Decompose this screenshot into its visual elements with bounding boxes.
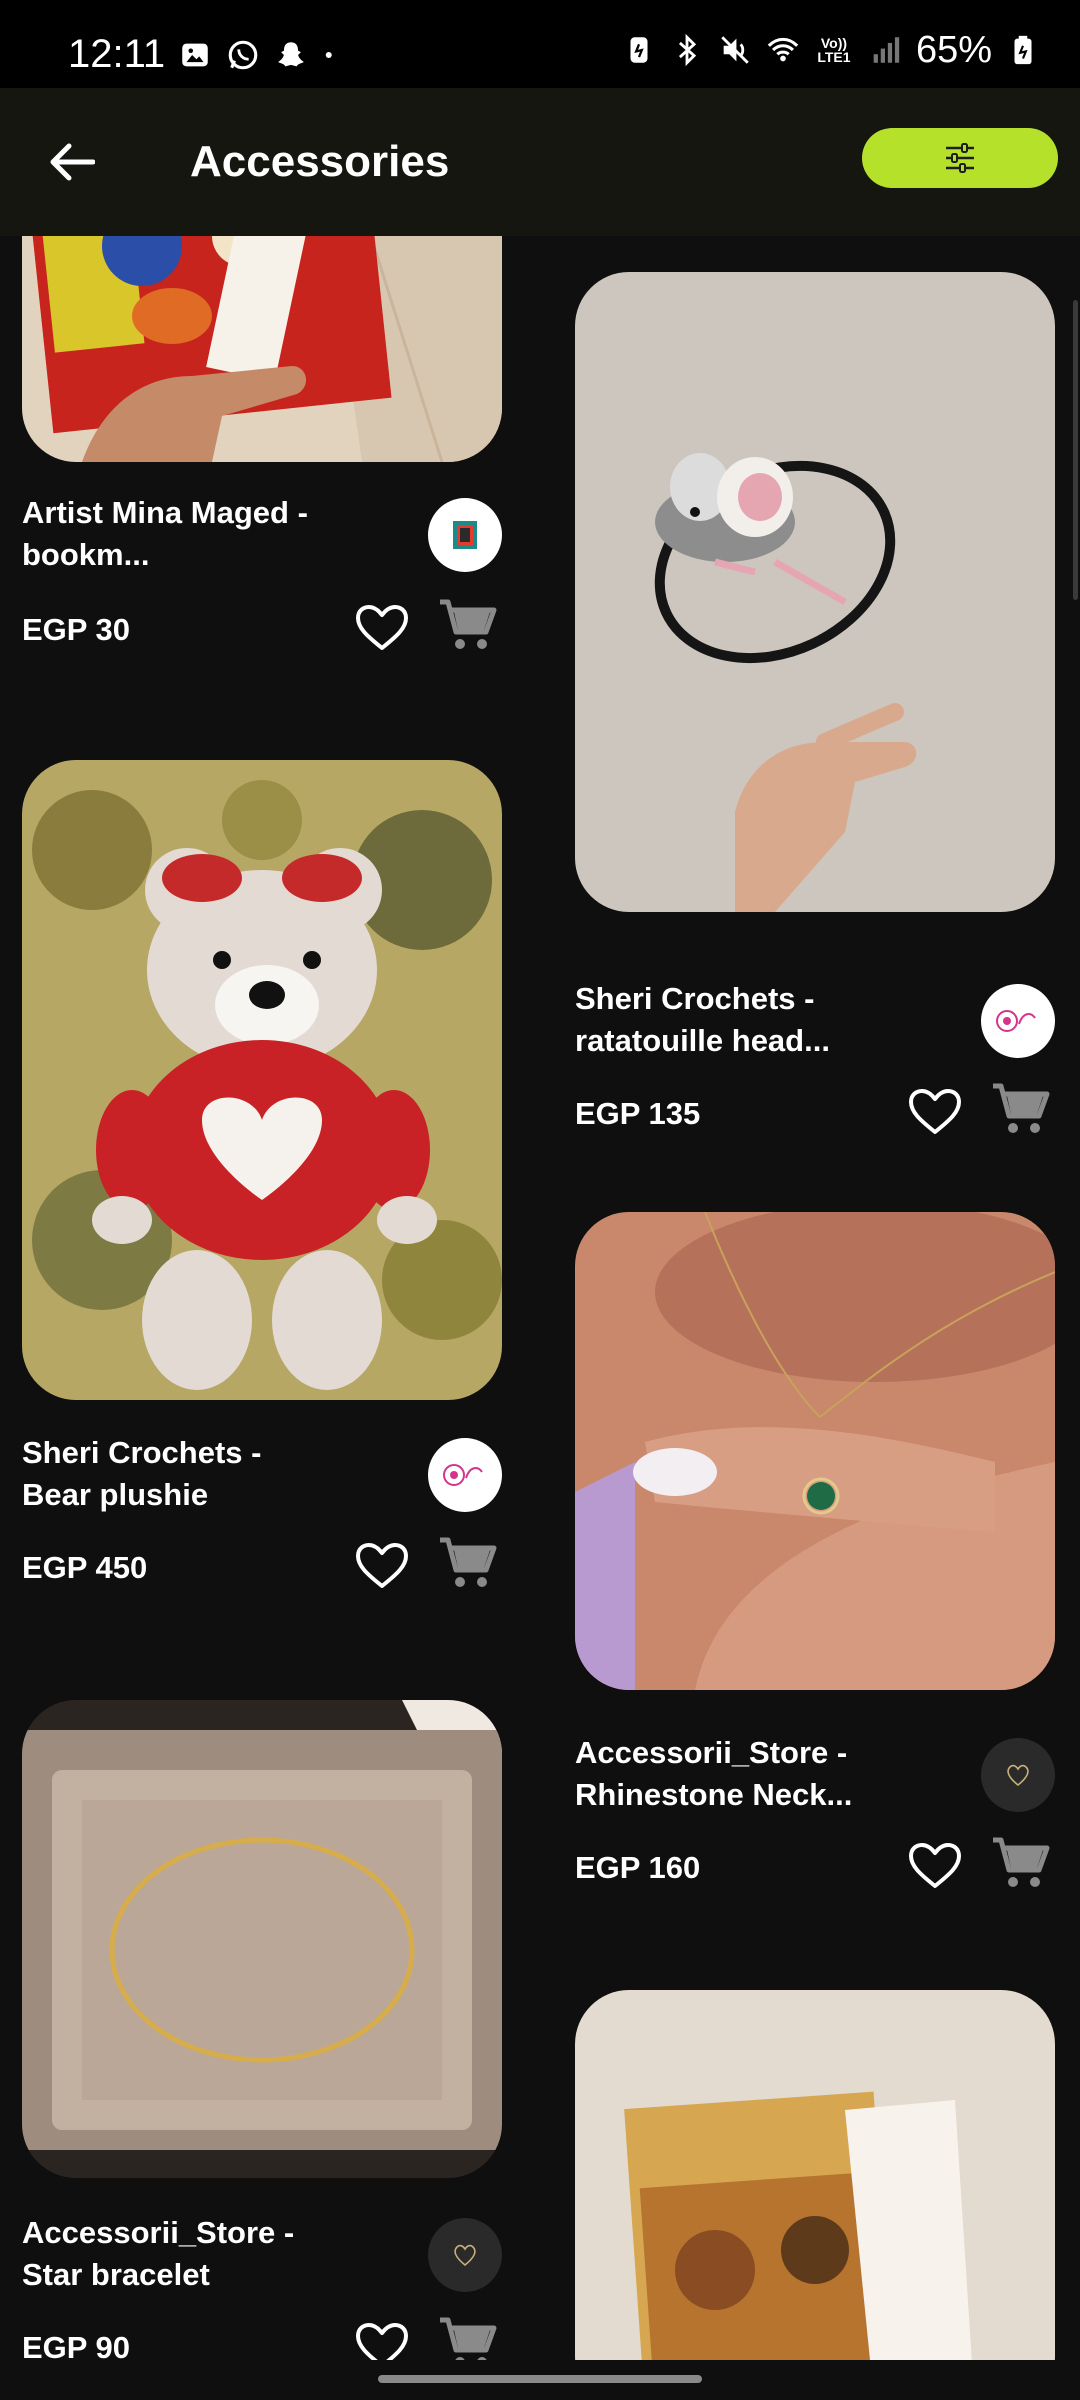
store-logo-icon xyxy=(1007,1764,1029,1787)
heart-icon xyxy=(356,605,408,650)
heart-icon xyxy=(356,1543,408,1588)
product-card[interactable]: Artist Mina Maged - bookm... EGP 30 xyxy=(22,236,502,676)
product-image[interactable] xyxy=(22,1700,502,2178)
home-indicator[interactable] xyxy=(378,2375,702,2383)
app-header: Accessories xyxy=(0,88,1080,236)
cart-icon xyxy=(993,1837,1050,1887)
mute-icon xyxy=(721,36,749,64)
signal-icon xyxy=(873,37,900,63)
product-title[interactable]: Accessorii_Store - Rhinestone Neck... xyxy=(575,1732,895,1816)
notification-icons xyxy=(178,38,340,72)
product-price: EGP 30 xyxy=(22,612,131,647)
store-avatar[interactable] xyxy=(981,984,1055,1058)
product-image[interactable] xyxy=(575,272,1055,912)
favorite-button[interactable] xyxy=(352,600,412,656)
gallery-icon xyxy=(182,43,208,67)
lte-label: Vo)) LTE1 xyxy=(817,35,851,65)
favorite-button[interactable] xyxy=(905,1084,965,1140)
product-title[interactable]: Accessorii_Store - Star bracelet xyxy=(22,2212,322,2296)
cart-icon xyxy=(440,1537,497,1587)
store-avatar[interactable] xyxy=(981,1738,1055,1812)
dot-icon xyxy=(325,52,332,58)
favorite-button[interactable] xyxy=(352,2318,412,2360)
product-image[interactable] xyxy=(22,760,502,1400)
product-price: EGP 90 xyxy=(22,2330,131,2360)
add-to-cart-button[interactable] xyxy=(436,596,500,656)
store-avatar[interactable] xyxy=(428,2218,502,2292)
product-card[interactable]: Accessorii_Store - Rhinestone Neck... EG… xyxy=(575,1212,1055,1932)
product-image[interactable] xyxy=(22,236,502,462)
system-icons: Vo)) LTE1 65% xyxy=(622,30,1040,70)
favorite-button[interactable] xyxy=(905,1838,965,1894)
status-bar: 12:11 Vo)) LTE1 65% xyxy=(0,0,1080,88)
battery-saver-icon xyxy=(630,37,648,63)
product-grid: Artist Mina Maged - bookm... EGP 30 Sher… xyxy=(0,236,1080,2360)
heart-icon xyxy=(909,1089,961,1134)
arrow-left-icon xyxy=(50,143,95,181)
store-avatar[interactable] xyxy=(428,498,502,572)
page-title: Accessories xyxy=(190,137,450,186)
product-card[interactable] xyxy=(575,1990,1055,2360)
status-time: 12:11 xyxy=(68,32,166,76)
back-button[interactable] xyxy=(40,130,104,194)
product-title[interactable]: Sheri Crochets - Bear plushie xyxy=(22,1432,322,1516)
wifi-icon xyxy=(767,37,799,62)
product-card[interactable]: Sheri Crochets - Bear plushie EGP 450 xyxy=(22,760,502,1620)
product-price: EGP 135 xyxy=(575,1096,701,1131)
battery-icon xyxy=(1014,35,1032,65)
whatsapp-icon xyxy=(228,40,258,70)
product-card[interactable]: Accessorii_Store - Star bracelet EGP 90 xyxy=(22,1700,502,2360)
product-image[interactable] xyxy=(575,1212,1055,1690)
store-logo-icon xyxy=(454,2244,476,2267)
store-logo-icon xyxy=(443,1464,483,1486)
sliders-icon xyxy=(946,143,974,173)
add-to-cart-button[interactable] xyxy=(989,1834,1053,1894)
add-to-cart-button[interactable] xyxy=(989,1080,1053,1140)
scrollbar[interactable] xyxy=(1073,300,1078,600)
heart-icon xyxy=(909,1843,961,1888)
battery-percent: 65% xyxy=(915,29,992,71)
heart-icon xyxy=(356,2323,408,2360)
product-price: EGP 450 xyxy=(22,1550,148,1585)
cart-icon xyxy=(993,1083,1050,1133)
favorite-button[interactable] xyxy=(352,1538,412,1594)
product-title[interactable]: Sheri Crochets - ratatouille head... xyxy=(575,978,895,1062)
product-image[interactable] xyxy=(575,1990,1055,2360)
bluetooth-icon xyxy=(678,33,697,67)
cart-icon xyxy=(440,599,497,649)
product-price: EGP 160 xyxy=(575,1850,701,1885)
store-logo-icon xyxy=(453,521,477,549)
product-title[interactable]: Artist Mina Maged - bookm... xyxy=(22,492,322,576)
store-logo-icon xyxy=(996,1010,1036,1032)
add-to-cart-button[interactable] xyxy=(436,1534,500,1594)
add-to-cart-button[interactable] xyxy=(436,2314,500,2360)
snapchat-icon xyxy=(278,42,304,67)
cart-icon xyxy=(440,2317,497,2360)
product-card[interactable]: Sheri Crochets - ratatouille head... EGP… xyxy=(575,272,1055,1134)
filter-button[interactable] xyxy=(862,128,1058,188)
store-avatar[interactable] xyxy=(428,1438,502,1512)
